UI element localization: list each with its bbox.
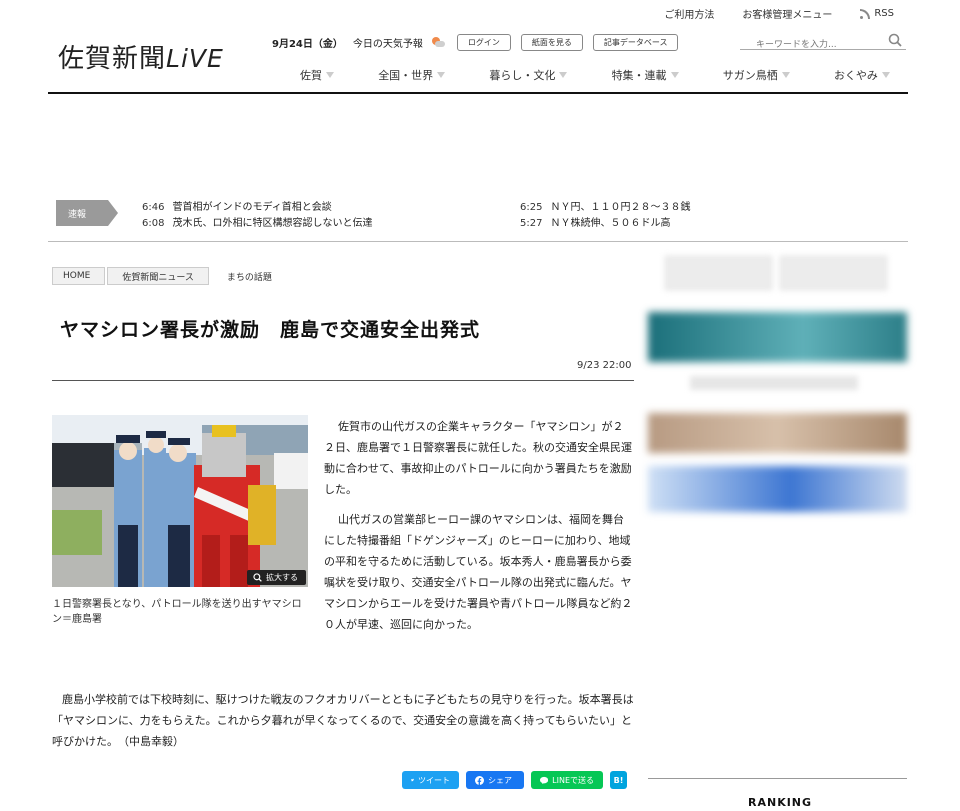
photo-illustration (52, 415, 308, 587)
share-buttons: ツイート シェア LINEで送る B! (402, 771, 627, 789)
facebook-icon (475, 775, 484, 785)
article-body-column: 佐賀市の山代ガスの企業キャラクター「ヤマシロン」が２２日、鹿島署で１日警察署長に… (324, 416, 634, 635)
nav-life-culture[interactable]: 暮らし・文化 (489, 67, 568, 83)
article-paragraph: 山代ガスの営業部ヒーロー課のヤマシロンは、福岡を舞台にした特撮番組「ドゲンジャー… (324, 513, 633, 631)
breaking-news-left: 6:46 菅首相がインドのモディ首相と会談 6:08 茂木氏、ロ外相に特区構想容認し… (142, 200, 372, 232)
customer-menu-link[interactable]: お客様管理メニュー (742, 6, 832, 21)
ranking-heading: RANKING (748, 796, 813, 809)
breadcrumb-home[interactable]: HOME (52, 267, 106, 285)
header-divider (48, 92, 908, 94)
header-tools: 9月24日（金） 今日の天気予報 ログイン 紙面を見る 記事データベース (272, 34, 688, 51)
facebook-share-button[interactable]: シェア (466, 771, 524, 789)
chevron-down-icon (670, 72, 679, 78)
current-date: 9月24日（金） (272, 39, 343, 50)
nav-saga[interactable]: 佐賀 (300, 67, 334, 83)
tweet-label: ツイート (418, 775, 450, 785)
ad-banner-text (690, 376, 858, 390)
breadcrumb: HOME 佐賀新聞ニュース まちの話題 (52, 267, 272, 285)
line-share-button[interactable]: LINEで送る (531, 771, 603, 789)
utility-links: ご利用方法 お客様管理メニュー RSS (664, 6, 894, 21)
search-box (740, 32, 906, 53)
nav-sagan-tosu[interactable]: サガン鳥栖 (723, 67, 790, 83)
sidebar-button[interactable] (780, 256, 887, 290)
site-logo[interactable]: 佐賀新聞LiVE (58, 38, 224, 75)
zoom-button[interactable]: 拡大する (247, 570, 306, 585)
news-item[interactable]: 5:27 ＮＹ株続伸、５０６ドル高 (520, 216, 690, 232)
ad-banner[interactable] (648, 312, 907, 362)
sidebar-button[interactable] (665, 256, 772, 290)
rss-link[interactable]: RSS (860, 6, 894, 21)
news-item[interactable]: 6:25 ＮＹ円、１１０円２８～３８銭 (520, 200, 690, 216)
breaking-news-label: 速報 (56, 200, 118, 226)
breaking-divider (48, 241, 908, 242)
nav-obituaries[interactable]: おくやみ (834, 67, 890, 83)
zoom-label: 拡大する (266, 573, 298, 582)
rss-label: RSS (874, 8, 894, 19)
tweet-button[interactable]: ツイート (402, 771, 459, 789)
article-paragraph: 鹿島小学校前では下校時刻に、駆けつけた戦友のフクオカリバーとともに子どもたちの見… (52, 693, 634, 748)
logo-main: 佐賀新聞 (58, 44, 167, 74)
search-icon[interactable] (888, 33, 902, 47)
breaking-news-right: 6:25 ＮＹ円、１１０円２８～３８銭 5:27 ＮＹ株続伸、５０６ドル高 (520, 200, 690, 232)
article-photo[interactable]: 拡大する (52, 415, 308, 587)
weather-icon (431, 36, 445, 49)
article-divider (52, 380, 634, 381)
photo-caption: １日警察署長となり、パトロール隊を送り出すヤマシロン＝鹿島署 (52, 599, 302, 625)
search-input[interactable] (740, 37, 870, 53)
chevron-down-icon (781, 72, 790, 78)
nav-national-world[interactable]: 全国・世界 (378, 67, 446, 83)
ad-banner[interactable] (648, 413, 907, 453)
article-paragraph: 佐賀市の山代ガスの企業キャラクター「ヤマシロン」が２２日、鹿島署で１日警察署長に… (324, 420, 632, 496)
sidebar-buttons (665, 256, 887, 290)
ad-banner[interactable] (648, 466, 907, 512)
nav-features[interactable]: 特集・連載 (612, 67, 679, 83)
sidebar-divider (648, 778, 907, 779)
breadcrumb-topic[interactable]: まちの話題 (227, 270, 272, 283)
main-nav: 佐賀 全国・世界 暮らし・文化 特集・連載 サガン鳥栖 おくやみ (300, 67, 890, 83)
article-database-button[interactable]: 記事データベース (592, 34, 679, 51)
news-item[interactable]: 6:08 茂木氏、ロ外相に特区構想容認しないと伝達 (142, 216, 372, 232)
chevron-down-icon (326, 72, 334, 78)
chevron-down-icon (881, 72, 890, 78)
chevron-down-icon (559, 72, 568, 78)
line-icon (540, 776, 549, 784)
magnifier-icon (253, 573, 262, 582)
line-label: LINEで送る (552, 775, 594, 785)
hatena-bookmark-button[interactable]: B! (610, 771, 627, 789)
paper-view-button[interactable]: 紙面を見る (520, 34, 583, 51)
logo-live: LiVE (166, 44, 224, 73)
rss-icon (860, 8, 871, 19)
breadcrumb-news[interactable]: 佐賀新聞ニュース (107, 267, 209, 285)
chevron-down-icon (437, 72, 446, 78)
usage-guide-link[interactable]: ご利用方法 (664, 6, 714, 21)
article-title: ヤマシロン署長が激励 鹿島で交通安全出発式 (60, 319, 481, 341)
login-button[interactable]: ログイン (456, 34, 511, 51)
twitter-bird-icon (411, 778, 414, 782)
facebook-label: シェア (488, 775, 512, 785)
weather-link[interactable]: 今日の天気予報 (353, 35, 423, 50)
article-timestamp: 9/23 22:00 (577, 360, 632, 371)
news-item[interactable]: 6:46 菅首相がインドのモディ首相と会談 (142, 200, 372, 216)
